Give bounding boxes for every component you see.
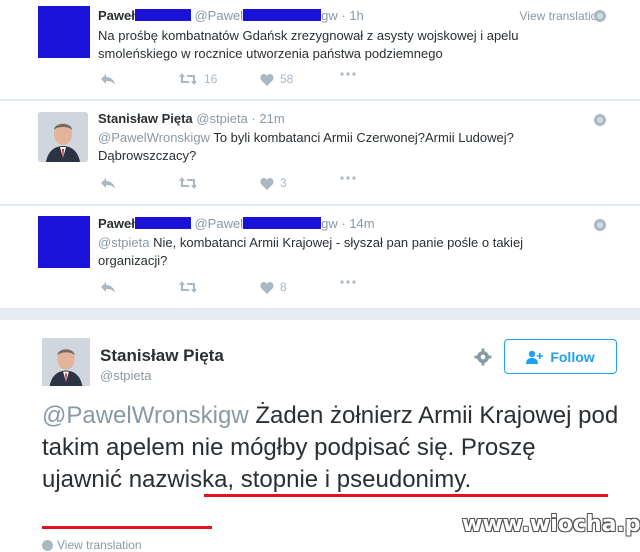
tweet-text: @PawelWronskigw To byli kombatanci Armii…: [98, 129, 578, 165]
like-count: 3: [280, 176, 287, 190]
redaction-mark: [243, 217, 322, 229]
watermark-text: www.wiocha.pl: [462, 512, 640, 537]
view-translation-label: View translation: [57, 538, 142, 552]
more-icon[interactable]: [340, 72, 356, 76]
red-underline: [204, 494, 608, 497]
retweet-count: 16: [204, 72, 218, 86]
avatar[interactable]: [42, 338, 90, 386]
like-button[interactable]: 58: [260, 72, 293, 86]
like-button[interactable]: 3: [260, 176, 287, 190]
author-name[interactable]: Stanisław Pięta: [100, 346, 224, 366]
like-icon: [260, 73, 274, 86]
mention-link[interactable]: @stpieta: [98, 235, 150, 250]
redaction-mark: [134, 217, 191, 229]
more-icon[interactable]: [340, 280, 356, 284]
retweet-button[interactable]: 16: [178, 72, 217, 86]
retweet-button[interactable]: [178, 280, 204, 294]
tweet-header: Paweł @Pawel gw · 14m: [98, 216, 375, 231]
retweet-button[interactable]: [178, 176, 204, 190]
more-icon[interactable]: [340, 176, 356, 180]
like-button[interactable]: 8: [260, 280, 287, 294]
like-count: 8: [280, 280, 287, 294]
globe-icon: [594, 114, 606, 126]
tweet-header: Stanisław Pięta @stpieta · 21m: [98, 111, 285, 126]
timestamp[interactable]: 21m: [259, 111, 284, 126]
author-handle[interactable]: @Pawel: [194, 8, 243, 23]
tweet-body: Nie, kombatanci Armii Krajowej - słyszał…: [98, 235, 524, 268]
like-count: 58: [280, 72, 294, 86]
handle-suffix: gw: [321, 8, 338, 23]
avatar-redacted[interactable]: [38, 216, 90, 268]
author-name[interactable]: Paweł: [98, 8, 135, 23]
like-icon: [260, 177, 274, 190]
retweet-icon: [179, 281, 197, 293]
follow-button[interactable]: Follow: [504, 339, 617, 374]
reply-icon[interactable]: [100, 176, 116, 190]
tweet-3: Paweł @Pawel gw · 14m @stpieta Nie, komba…: [0, 206, 640, 309]
redaction-mark: [243, 9, 322, 21]
tweet-text: @stpieta Nie, kombatanci Armii Krajowej …: [98, 234, 578, 270]
separator-dot: ·: [341, 216, 346, 231]
tweet-1: Paweł @Pawel gw · 1h View translation Na …: [0, 0, 640, 100]
redaction-mark: [134, 9, 191, 21]
tweet-2: Stanisław Pięta @stpieta · 21m @PawelWro…: [0, 101, 640, 205]
like-icon: [260, 281, 274, 294]
author-name[interactable]: Paweł: [98, 216, 135, 231]
view-translation-link[interactable]: View translation: [520, 9, 605, 23]
timestamp[interactable]: 1h: [349, 8, 363, 23]
handle-suffix: gw: [321, 216, 338, 231]
timestamp[interactable]: 14m: [349, 216, 374, 231]
separator-dot: ·: [251, 111, 256, 126]
globe-icon: [42, 539, 53, 551]
follow-label: Follow: [550, 348, 595, 365]
author-handle[interactable]: @stpieta: [100, 368, 152, 383]
mention-link[interactable]: @PawelWronskigw: [42, 402, 249, 429]
avatar-redacted[interactable]: [38, 6, 90, 58]
main-tweet-text: @PawelWronskigw Żaden żołnierz Armii Kra…: [42, 400, 622, 496]
view-translation-link[interactable]: View translation: [42, 538, 142, 552]
retweet-icon: [179, 73, 197, 85]
author-handle[interactable]: @stpieta: [196, 111, 248, 126]
retweet-icon: [179, 177, 197, 189]
author-handle[interactable]: @Pawel: [194, 216, 243, 231]
reply-icon[interactable]: [100, 280, 116, 294]
tweet-header: Paweł @Pawel gw · 1h: [98, 8, 364, 23]
author-name[interactable]: Stanisław Pięta: [98, 111, 193, 126]
follow-user-icon: [526, 350, 544, 364]
avatar[interactable]: [38, 112, 88, 162]
globe-icon: [594, 219, 606, 231]
red-underline: [42, 526, 212, 529]
mention-link[interactable]: @PawelWronskigw: [98, 130, 210, 145]
tweet-text: Na prośbę kombatnatów Gdańsk zrezygnował…: [98, 28, 519, 61]
globe-icon: [594, 10, 606, 22]
separator-dot: ·: [341, 8, 346, 23]
reply-icon[interactable]: [100, 72, 116, 86]
gear-icon[interactable]: [474, 348, 492, 366]
